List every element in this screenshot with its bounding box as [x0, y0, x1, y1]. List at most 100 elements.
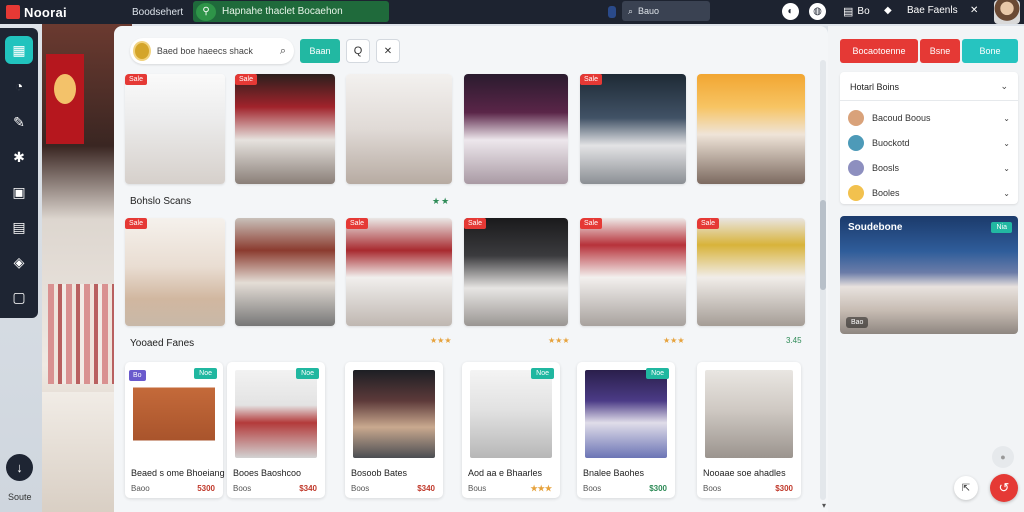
brand-name: Noorai — [24, 4, 67, 20]
store-card[interactable]: Sale — [125, 218, 225, 326]
product-price: $300 — [775, 484, 793, 493]
sale-badge: Sale — [580, 74, 603, 85]
box-icon[interactable]: ▢ — [5, 283, 33, 311]
location-pin-icon: ⚲ — [196, 2, 216, 21]
chevron-down-icon[interactable]: ▾ — [822, 501, 826, 510]
product-card[interactable]: Bo Noe Beaed s ome Bhoeiang Baoo 5300 — [125, 362, 225, 498]
filter-heading: Hotarl Boins — [850, 82, 900, 92]
tab-secondary[interactable]: Bsne — [920, 39, 960, 63]
top-bar: Noorai Boodsehert ⚲ Hapnahe thaclet Boca… — [0, 0, 1024, 24]
store-card[interactable]: Sale — [697, 218, 805, 326]
avatar — [848, 135, 864, 151]
scrollbar[interactable] — [820, 60, 826, 500]
product-meta: Boos — [703, 484, 722, 493]
left-footer-label: Soute — [8, 492, 32, 502]
product-meta: Boos — [351, 484, 370, 493]
location-pill-text: Hapnahe thaclet Bocaehon — [222, 6, 343, 17]
card-rating: 3.45 — [786, 336, 802, 345]
filter-item[interactable]: Buockotd ⌄ — [848, 133, 1010, 153]
store-photo — [235, 218, 335, 326]
store-photo — [697, 74, 805, 184]
product-meta: Baoo — [131, 484, 150, 493]
product-tag: Noe — [531, 368, 554, 379]
location-pill[interactable]: ⚲ Hapnahe thaclet Bocaehon — [193, 1, 389, 22]
product-price: $340 — [299, 484, 317, 493]
messages-counter[interactable]: ▤ Bo — [843, 5, 870, 18]
product-image — [470, 370, 552, 458]
store-card[interactable] — [235, 218, 335, 326]
store-card[interactable]: Sale — [125, 74, 225, 184]
search-button[interactable]: Baan — [300, 39, 340, 63]
main-panel: ⌕ Baan Q ✕ Sale Sale Sale Bohslo Scans ★… — [114, 26, 828, 512]
section-title: Bohslo Scans — [130, 196, 192, 207]
store-card[interactable]: Sale — [346, 218, 452, 326]
avatar — [848, 185, 864, 201]
compass-icon[interactable]: ◔ — [5, 72, 33, 100]
featured-store-card[interactable]: Soudebone Nia Bao — [840, 216, 1018, 334]
chevron-down-icon: ⌄ — [1003, 163, 1010, 173]
grid-icon[interactable]: ▦ — [5, 36, 33, 64]
product-card[interactable]: Bosoob Bates Boos $340 — [345, 362, 443, 498]
filter-item[interactable]: Booles ⌄ — [848, 183, 1010, 203]
avatar[interactable] — [994, 0, 1020, 24]
top-search-text: Bauo — [638, 6, 660, 16]
store-card[interactable]: Sale — [580, 218, 686, 326]
tag-icon[interactable]: ◈ — [5, 248, 33, 276]
featured-tag: Nia — [991, 222, 1012, 233]
top-nav-link[interactable]: Boodsehert — [132, 7, 183, 18]
search-row: ⌕ Baan Q ✕ — [130, 38, 400, 64]
store-photo — [580, 74, 686, 184]
product-meta: Boos — [583, 484, 602, 493]
sale-badge: Sale — [125, 74, 148, 85]
edit-icon[interactable]: ✎ — [5, 108, 33, 136]
top-search[interactable]: ⌕ Bauo — [622, 1, 710, 21]
featured-footer: Bao — [846, 317, 869, 328]
store-card[interactable] — [697, 74, 805, 184]
store-card[interactable]: Sale — [580, 74, 686, 184]
search-bar[interactable]: ⌕ — [130, 38, 294, 64]
user-name[interactable]: Bae Faenls — [907, 5, 958, 16]
filter-item[interactable]: Boosls ⌄ — [848, 158, 1010, 178]
moon-icon[interactable]: ◐ — [782, 3, 799, 20]
product-card[interactable]: Noe Booes Baoshcoo Boos $340 — [227, 362, 325, 498]
tab-tertiary[interactable]: Bone — [962, 39, 1018, 63]
product-card[interactable]: Nooaae soe ahadles Boos $300 — [697, 362, 801, 498]
featured-store-photo — [840, 216, 1018, 334]
store-photo — [125, 74, 225, 184]
filter-label: Buockotd — [872, 138, 910, 148]
search-icon[interactable]: ⌕ — [280, 45, 286, 58]
globe-icon[interactable]: ◍ — [809, 3, 826, 20]
product-price: $340 — [417, 484, 435, 493]
avatar — [848, 160, 864, 176]
store-card[interactable]: Sale — [235, 74, 335, 184]
product-card[interactable]: Noe Aod aa e Bhaarles Bous ★★★ — [462, 362, 560, 498]
product-card[interactable]: Noe Bnalee Baohes Boos $300 — [577, 362, 675, 498]
indicator-dot — [608, 6, 616, 18]
brand[interactable]: Noorai — [0, 5, 120, 20]
store-card[interactable]: Sale — [464, 218, 568, 326]
filter-item[interactable]: Bacoud Boous ⌄ — [848, 108, 1010, 128]
section-rating: ★★ — [432, 196, 451, 206]
product-price: $300 — [649, 484, 667, 493]
sale-badge: Sale — [235, 74, 258, 85]
chat-icon[interactable]: ● — [992, 446, 1014, 468]
search-input[interactable] — [156, 46, 274, 56]
store-card[interactable] — [464, 74, 568, 184]
list-icon[interactable]: ▤ — [5, 213, 33, 241]
calendar-icon[interactable]: ▣ — [5, 178, 33, 206]
scroll-down-button[interactable]: ↓ — [6, 454, 33, 481]
leaf-icon[interactable]: ◆ — [884, 5, 892, 16]
scroll-thumb[interactable] — [820, 200, 826, 290]
chevron-down-icon[interactable]: ⌄ — [1000, 81, 1008, 92]
tab-primary[interactable]: Bocaotoenne — [840, 39, 918, 63]
store-card[interactable] — [346, 74, 452, 184]
close-icon[interactable]: ✕ — [376, 39, 400, 63]
share-icon[interactable]: ⇱ — [954, 476, 978, 500]
sale-badge: Sale — [580, 218, 603, 229]
settings-icon[interactable]: ✱ — [5, 143, 33, 171]
store-photo — [125, 218, 225, 326]
search-icon[interactable]: Q — [346, 39, 370, 63]
close-icon[interactable]: ✕ — [970, 5, 978, 16]
add-button[interactable]: ↺ — [990, 474, 1018, 502]
product-meta: Boos — [233, 484, 252, 493]
